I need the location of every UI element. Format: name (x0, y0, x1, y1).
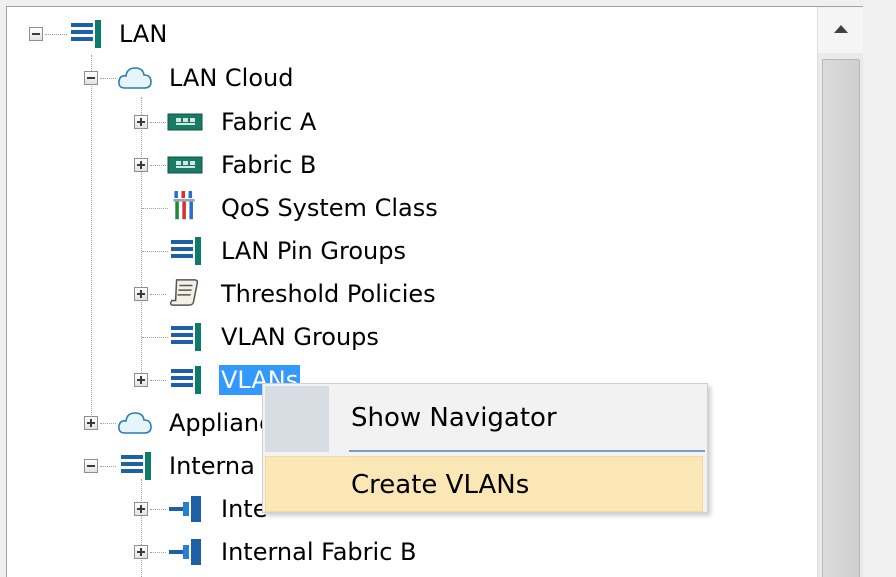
menu-item-create-vlans[interactable]: Create VLANs (265, 456, 703, 512)
qos-icon (173, 191, 195, 220)
scroll-icon (169, 279, 199, 306)
menu-item-show-navigator[interactable]: Show Navigator (265, 390, 703, 446)
tree-item-internal-fabric-b[interactable]: Internal Fabric B (7, 533, 507, 573)
cloud-icon (118, 67, 152, 89)
tree-item-lan[interactable]: LAN (7, 15, 307, 55)
tree-item-label: LAN Pin Groups (221, 237, 406, 265)
fabric-icon (167, 113, 203, 131)
fabric-icon (167, 156, 203, 174)
internal-fabric-icon (169, 496, 201, 522)
tree-item-label: Internal Fabric B (221, 538, 417, 566)
tree-item-threshold-policies[interactable]: Threshold Policies (7, 275, 507, 315)
tree-item-label: Threshold Policies (221, 280, 436, 308)
tree-item-fabric-b[interactable]: Fabric B (7, 146, 407, 186)
internal-fabric-icon (169, 539, 201, 565)
expand-toggle[interactable] (134, 287, 148, 301)
tree-item-label: Fabric A (221, 108, 317, 136)
lan-icon (171, 366, 201, 394)
menu-item-label: Create VLANs (351, 470, 530, 500)
expand-toggle[interactable] (134, 502, 148, 516)
tree-item-label: VLAN Groups (221, 323, 379, 351)
expand-toggle[interactable] (134, 545, 148, 559)
lan-icon (71, 20, 101, 48)
tree-item-lan-pin-groups[interactable]: LAN Pin Groups (7, 232, 507, 272)
tree-item-qos-system-class[interactable]: QoS System Class (7, 189, 507, 229)
tree-item-label: LAN (119, 20, 168, 48)
vertical-scrollbar[interactable] (817, 7, 863, 577)
collapse-toggle[interactable] (84, 459, 98, 473)
collapse-toggle[interactable] (29, 27, 43, 41)
menu-item-label: Show Navigator (351, 403, 557, 433)
expand-toggle[interactable] (134, 158, 148, 172)
tree-item-label: LAN Cloud (169, 64, 294, 92)
tree-item-label: Applianc (169, 409, 273, 437)
scroll-thumb[interactable] (822, 59, 860, 577)
cloud-icon (118, 412, 152, 434)
context-menu: Show Navigator Create VLANs (262, 383, 708, 513)
menu-separator (349, 450, 705, 452)
expand-toggle[interactable] (134, 373, 148, 387)
scroll-up-button[interactable] (818, 7, 863, 53)
tree-item-label: QoS System Class (221, 194, 438, 222)
lan-icon (171, 237, 201, 265)
tree-item-lan-cloud[interactable]: LAN Cloud (7, 59, 407, 99)
expand-toggle[interactable] (84, 416, 98, 430)
expand-toggle[interactable] (134, 115, 148, 129)
tree-item-label: Fabric B (221, 151, 317, 179)
tree-item-vlan-groups[interactable]: VLAN Groups (7, 318, 507, 358)
tree-item-fabric-a[interactable]: Fabric A (7, 103, 407, 143)
collapse-toggle[interactable] (84, 71, 98, 85)
tree-item-label: Interna (169, 452, 255, 480)
lan-icon (121, 452, 151, 480)
lan-icon (171, 323, 201, 351)
